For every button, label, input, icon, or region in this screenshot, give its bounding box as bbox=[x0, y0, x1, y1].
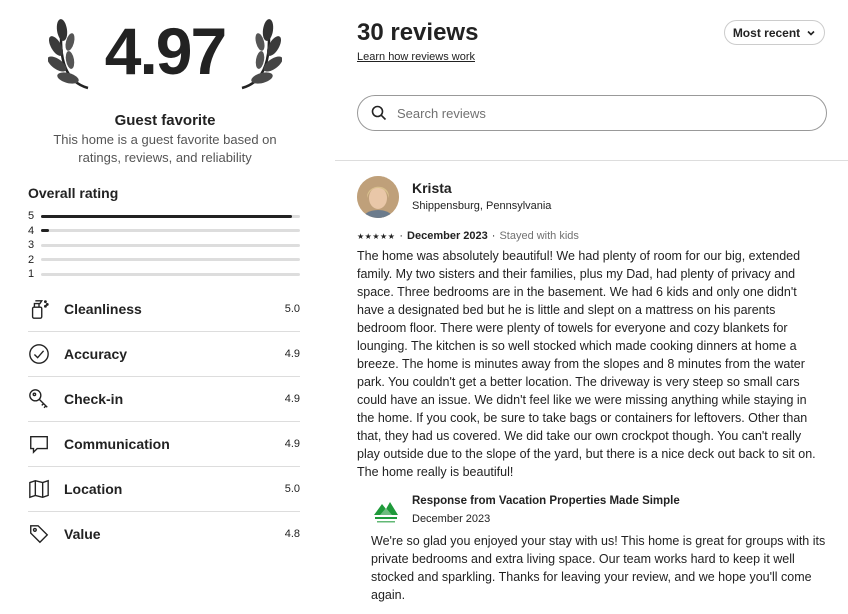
review-stay-type: Stayed with kids bbox=[499, 230, 579, 242]
category-label: Check-in bbox=[64, 391, 124, 407]
histogram-fill bbox=[41, 229, 49, 233]
price-tag-icon bbox=[30, 525, 49, 544]
sort-dropdown-button[interactable]: Most recent bbox=[724, 20, 825, 45]
host-response-title: Response from Vacation Properties Made S… bbox=[412, 495, 680, 507]
histogram-star-label: 3 bbox=[28, 239, 35, 252]
overall-rating-title: Overall rating bbox=[28, 185, 119, 201]
learn-how-reviews-work-link[interactable]: Learn how reviews work bbox=[357, 51, 475, 63]
guest-favorite-title: Guest favorite bbox=[114, 112, 216, 129]
guest-favorite-description: This home is a guest favorite based on r… bbox=[53, 132, 277, 165]
histogram-star-label: 2 bbox=[28, 253, 35, 266]
meta-separator: · bbox=[491, 230, 496, 242]
category-check-in: Check-in 4.9 bbox=[28, 377, 300, 422]
histogram-row: 5 bbox=[28, 209, 300, 224]
reviewer-name: Krista bbox=[412, 180, 452, 196]
host-logo bbox=[374, 502, 398, 523]
avatar-photo bbox=[357, 176, 399, 218]
map-icon bbox=[29, 479, 49, 499]
histogram-track bbox=[41, 258, 300, 262]
guest-favorite-hero: 4.97 bbox=[48, 14, 282, 96]
category-label: Value bbox=[64, 526, 101, 542]
histogram-row: 2 bbox=[28, 253, 300, 268]
category-value: Value 4.8 bbox=[28, 512, 300, 556]
category-label: Location bbox=[64, 481, 123, 497]
histogram-fill bbox=[41, 214, 293, 218]
key-icon bbox=[29, 389, 48, 409]
review-date: December 2023 bbox=[407, 230, 488, 242]
category-score: 4.9 bbox=[284, 438, 300, 450]
category-label: Communication bbox=[64, 436, 170, 452]
reviewer-location: Shippensburg, Pennsylvania bbox=[412, 200, 552, 212]
section-divider bbox=[335, 160, 848, 161]
review-meta: ★★★★★ · December 2023 · Stayed with kids bbox=[357, 230, 579, 242]
rating-histogram: 5 4 3 2 1 bbox=[28, 209, 300, 282]
review-body: The home was absolutely beautiful! We ha… bbox=[357, 249, 816, 479]
category-label: Accuracy bbox=[64, 346, 128, 362]
category-score: 4.9 bbox=[284, 393, 300, 405]
category-location: Location 5.0 bbox=[28, 467, 300, 512]
category-label: Cleanliness bbox=[64, 301, 142, 317]
chat-bubble-icon bbox=[30, 435, 48, 454]
rating-summary-panel: 4.97 Guest favorite This home is a guest… bbox=[0, 0, 335, 614]
review-stars: ★★★★★ bbox=[357, 231, 396, 241]
search-reviews-field[interactable] bbox=[357, 95, 827, 131]
spray-bottle-icon bbox=[31, 300, 49, 319]
host-response-date: December 2023 bbox=[412, 513, 491, 525]
host-response-body: We're so glad you enjoyed your stay with… bbox=[371, 534, 826, 602]
histogram-track bbox=[41, 214, 300, 218]
search-reviews-input[interactable] bbox=[395, 104, 799, 122]
histogram-track bbox=[41, 229, 300, 233]
histogram-row: 1 bbox=[28, 267, 300, 282]
category-ratings: Cleanliness 5.0 Accuracy 4.9 Check-in 4.… bbox=[28, 287, 300, 556]
laurel-right-icon bbox=[241, 19, 282, 90]
check-circle-icon bbox=[29, 344, 49, 364]
reviews-count-title: 30 reviews bbox=[357, 19, 479, 46]
histogram-star-label: 4 bbox=[28, 224, 35, 237]
category-score: 5.0 bbox=[284, 483, 300, 495]
chevron-down-icon bbox=[807, 30, 815, 36]
reviewer-avatar[interactable] bbox=[357, 176, 399, 218]
histogram-track bbox=[41, 272, 300, 276]
histogram-star-label: 5 bbox=[28, 210, 35, 223]
category-communication: Communication 4.9 bbox=[28, 422, 300, 467]
histogram-row: 3 bbox=[28, 238, 300, 253]
sort-label: Most recent bbox=[732, 25, 801, 40]
histogram-row: 4 bbox=[28, 224, 300, 239]
search-icon bbox=[371, 105, 387, 121]
histogram-star-label: 1 bbox=[28, 268, 35, 281]
category-score: 4.9 bbox=[284, 348, 300, 360]
category-score: 5.0 bbox=[284, 303, 300, 315]
category-cleanliness: Cleanliness 5.0 bbox=[28, 287, 300, 332]
meta-separator: · bbox=[399, 230, 404, 242]
category-accuracy: Accuracy 4.9 bbox=[28, 332, 300, 377]
category-score: 4.8 bbox=[284, 528, 300, 540]
histogram-track bbox=[41, 243, 300, 247]
